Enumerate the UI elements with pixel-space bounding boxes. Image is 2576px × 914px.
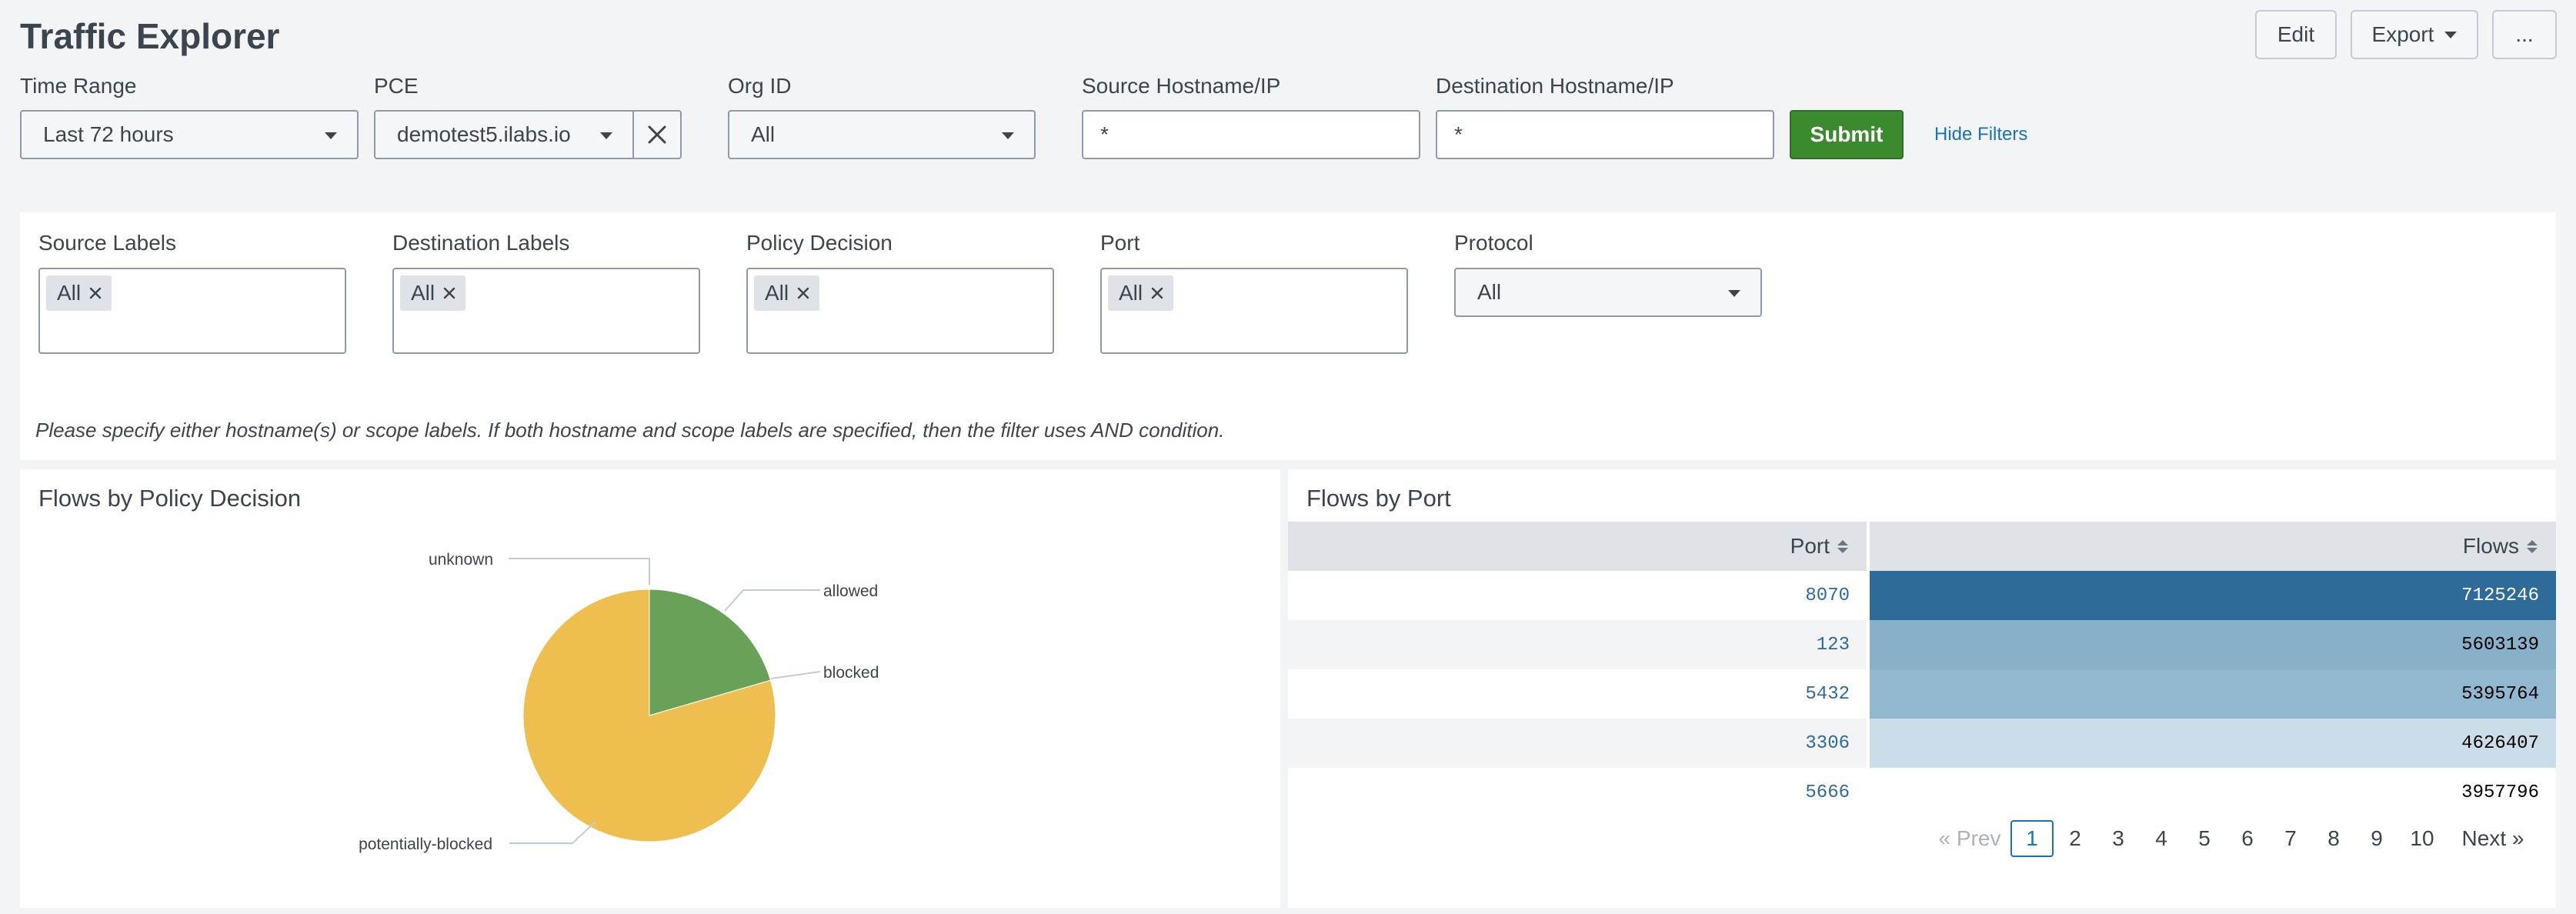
port-cell[interactable]: 3306: [1288, 719, 1867, 768]
flows-cell: 5603139: [1870, 620, 2556, 669]
sort-icon: [1837, 539, 1848, 553]
flows-cell: 7125246: [1870, 571, 2556, 620]
page-button-3[interactable]: 3: [2097, 820, 2140, 857]
source-host-input[interactable]: *: [1082, 110, 1420, 159]
dest-host-label: Destination Hostname/IP: [1436, 74, 1674, 98]
close-icon[interactable]: [796, 286, 810, 300]
chip-label: All: [765, 281, 789, 305]
dest-labels-label: Destination Labels: [392, 231, 570, 255]
flows-cell: 4626407: [1870, 719, 2556, 768]
column-header-label: Flows: [2462, 534, 2519, 558]
more-button[interactable]: ...: [2492, 10, 2557, 59]
export-button[interactable]: Export: [2351, 10, 2478, 59]
port-multiselect[interactable]: All: [1100, 268, 1408, 354]
policy-decision-multiselect[interactable]: All: [746, 268, 1054, 354]
org-id-select[interactable]: All: [728, 110, 1036, 159]
port-cell[interactable]: 8070: [1288, 571, 1867, 620]
pie-label-potentially-blocked: potentially-blocked: [359, 836, 492, 853]
port-filter-label: Port: [1100, 231, 1140, 255]
flows-cell: 3957796: [1870, 768, 2556, 817]
pce-value: demotest5.ilabs.io: [397, 122, 571, 146]
page-title: Traffic Explorer: [20, 16, 280, 56]
chevron-down-icon: [2444, 31, 2458, 38]
submit-button[interactable]: Submit: [1790, 110, 1904, 159]
close-icon: [648, 125, 666, 144]
filter-help-note: Please specify either hostname(s) or sco…: [35, 419, 1225, 442]
port-cell[interactable]: 5432: [1288, 669, 1867, 719]
org-id-value: All: [751, 122, 776, 146]
source-host-value: *: [1100, 122, 1109, 146]
prev-page-button[interactable]: « Prev: [1933, 820, 2007, 857]
blocked-leader-line: [770, 671, 821, 679]
page-button-7[interactable]: 7: [2269, 820, 2312, 857]
pce-select[interactable]: demotest5.ilabs.io: [374, 110, 634, 159]
column-header-port[interactable]: Port: [1288, 522, 1867, 571]
export-label: Export: [2371, 22, 2434, 46]
chevron-down-icon: [1728, 290, 1740, 297]
page-button-2[interactable]: 2: [2054, 820, 2097, 857]
port-cell[interactable]: 123: [1288, 620, 1867, 669]
time-range-select[interactable]: Last 72 hours: [20, 110, 359, 159]
edit-button[interactable]: Edit: [2255, 10, 2337, 59]
protocol-value: All: [1477, 280, 1502, 304]
potentially-blocked-leader-line: [509, 821, 596, 844]
pie-label-unknown: unknown: [429, 551, 493, 569]
dest-labels-multiselect[interactable]: All: [392, 268, 700, 354]
page-button-1[interactable]: 1: [2010, 820, 2054, 857]
edit-label: Edit: [2277, 22, 2315, 46]
page-button-6[interactable]: 6: [2226, 820, 2269, 857]
source-host-label: Source Hostname/IP: [1082, 74, 1281, 98]
org-id-label: Org ID: [728, 74, 792, 98]
page-button-10[interactable]: 10: [2398, 820, 2446, 857]
chip-label: All: [411, 281, 435, 305]
column-header-label: Port: [1790, 534, 1830, 558]
close-icon[interactable]: [88, 286, 102, 300]
policy-decision-chip: All: [754, 275, 820, 311]
source-labels-multiselect[interactable]: All: [38, 268, 346, 354]
dest-labels-chip: All: [400, 275, 466, 311]
policy-pie-chart: unknown allowed blocked potentially-bloc…: [359, 551, 879, 853]
protocol-label: Protocol: [1454, 231, 1533, 255]
allowed-leader-line: [724, 589, 820, 612]
column-header-flows[interactable]: Flows: [1870, 522, 2556, 571]
source-labels-label: Source Labels: [38, 231, 177, 255]
source-labels-chip: All: [46, 275, 112, 311]
hide-filters-link[interactable]: Hide Filters: [1934, 124, 2027, 145]
flows-cell: 5395764: [1870, 669, 2556, 719]
policy-decision-label: Policy Decision: [746, 231, 893, 255]
more-label: ...: [2515, 22, 2534, 46]
close-icon[interactable]: [1150, 286, 1164, 300]
dest-host-input[interactable]: *: [1436, 110, 1774, 159]
chevron-down-icon: [325, 132, 337, 139]
close-icon[interactable]: [442, 286, 456, 300]
chip-label: All: [1119, 281, 1143, 305]
dest-host-value: *: [1454, 122, 1463, 146]
port-cell[interactable]: 5666: [1288, 768, 1867, 817]
pie-label-allowed: allowed: [823, 582, 878, 600]
pie-label-blocked: blocked: [823, 664, 879, 682]
chip-label: All: [57, 281, 82, 305]
page-button-8[interactable]: 8: [2312, 820, 2355, 857]
time-range-value: Last 72 hours: [43, 122, 174, 146]
pce-clear-button[interactable]: [632, 110, 682, 159]
sort-icon: [2527, 539, 2538, 553]
page-button-9[interactable]: 9: [2355, 820, 2398, 857]
page-button-5[interactable]: 5: [2183, 820, 2226, 857]
protocol-select[interactable]: All: [1454, 268, 1762, 317]
next-page-button[interactable]: Next »: [2454, 820, 2531, 857]
chevron-down-icon: [600, 132, 612, 139]
chevron-down-icon: [1002, 132, 1014, 139]
port-chip: All: [1108, 275, 1174, 311]
time-range-label: Time Range: [20, 74, 137, 98]
page-button-4[interactable]: 4: [2140, 820, 2183, 857]
pce-label: PCE: [374, 74, 419, 98]
port-panel-title: Flows by Port: [1306, 485, 1451, 512]
unknown-leader-line: [509, 558, 650, 585]
